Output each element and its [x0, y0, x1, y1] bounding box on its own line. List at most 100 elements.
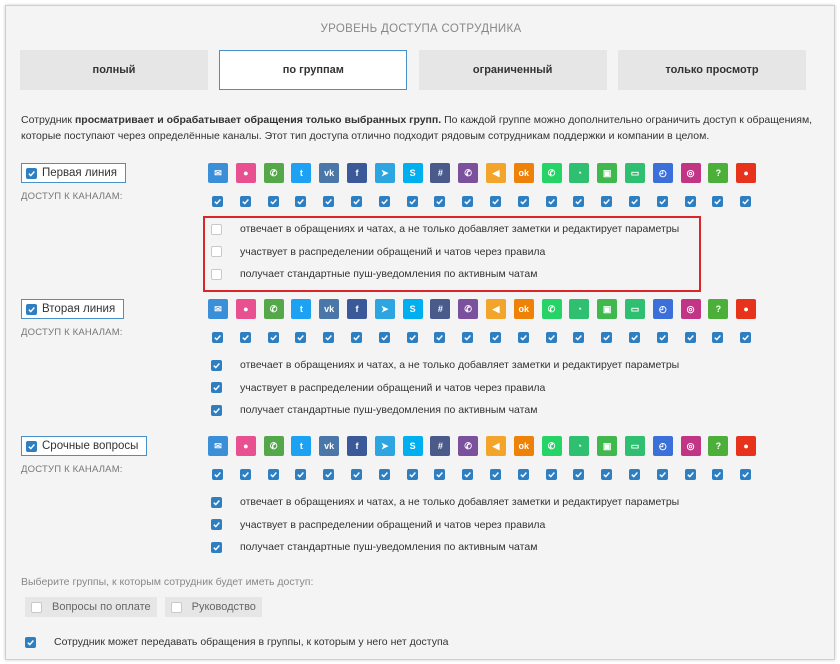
channel-checkbox[interactable]	[323, 469, 335, 480]
channel-checkbox[interactable]	[212, 332, 223, 343]
option-label: участвует в распределении обращений и ча…	[240, 381, 546, 394]
channel-checkbox[interactable]	[434, 332, 446, 343]
channel-checkbox[interactable]	[267, 469, 279, 480]
tab-by-groups[interactable]: по группам	[219, 50, 408, 90]
channel-checkbox[interactable]	[656, 469, 668, 480]
channel-checkbox[interactable]	[517, 469, 529, 480]
channel-checkbox[interactable]	[378, 469, 390, 480]
channel-checkbox[interactable]	[684, 196, 696, 207]
channel-checkbox[interactable]	[212, 196, 223, 207]
option-checkbox[interactable]	[211, 359, 222, 371]
channel-checkbox[interactable]	[656, 196, 668, 207]
channel-checkbox[interactable]	[350, 196, 362, 207]
channel-checkbox[interactable]	[573, 196, 585, 207]
channel-checkbox[interactable]	[489, 332, 501, 343]
group-option[interactable]: участвует в распределении обращений и ча…	[211, 514, 679, 537]
group-name: Срочные вопросы	[42, 440, 139, 452]
channel-checkbox[interactable]	[489, 469, 501, 480]
channel-checkbox[interactable]	[462, 469, 474, 480]
transfer-option[interactable]: Сотрудник может передавать обращения в г…	[25, 636, 449, 648]
channel-checkbox[interactable]	[239, 469, 251, 480]
group-check-box[interactable]	[26, 167, 37, 179]
group-option[interactable]: получает стандартные пуш-уведомления по …	[211, 536, 679, 559]
transfer-checkbox[interactable]	[25, 636, 36, 648]
access-level-tabs: полный по группам ограниченный только пр…	[20, 50, 806, 90]
channel-checkbox[interactable]	[712, 332, 724, 343]
channel-checkbox[interactable]	[406, 332, 418, 343]
channel-checkbox[interactable]	[684, 332, 696, 343]
channel-checkbox[interactable]	[323, 196, 335, 207]
slack-icon: #	[430, 163, 451, 183]
channel-checkbox[interactable]	[295, 332, 307, 343]
channel-checkbox[interactable]	[406, 469, 418, 480]
extra-group-name: Вопросы по оплате	[52, 601, 151, 613]
chat-icon: ●	[235, 163, 256, 183]
group-check-box[interactable]	[26, 303, 37, 315]
channel-checkbox[interactable]	[628, 332, 640, 343]
channel-checkbox[interactable]	[517, 332, 529, 343]
channel-checkbox[interactable]	[378, 332, 390, 343]
channel-checkbox[interactable]	[434, 469, 446, 480]
channel-checkbox[interactable]	[740, 332, 752, 343]
extra-group-checkbox[interactable]	[31, 601, 42, 613]
channel-checkbox[interactable]	[628, 196, 640, 207]
channel-checkbox[interactable]	[212, 469, 223, 480]
channel-checkbox[interactable]	[239, 196, 251, 207]
channel-checkbox[interactable]	[601, 469, 613, 480]
channel-checkbox[interactable]	[628, 469, 640, 480]
channel-checkbox[interactable]	[517, 196, 529, 207]
option-checkbox[interactable]	[211, 541, 222, 553]
channel-checkbox[interactable]	[601, 332, 613, 343]
channel-checkbox[interactable]	[267, 332, 279, 343]
channel-checkbox[interactable]	[712, 196, 724, 207]
option-checkbox[interactable]	[211, 496, 222, 508]
option-checkbox[interactable]	[211, 382, 222, 394]
channel-checkbox[interactable]	[350, 332, 362, 343]
channel-checkbox[interactable]	[489, 196, 501, 207]
group-option[interactable]: получает стандартные пуш-уведомления по …	[211, 399, 679, 422]
channel-checkbox[interactable]	[684, 469, 696, 480]
extra-group-pill[interactable]: Вопросы по оплате	[25, 597, 157, 617]
extra-group-checkbox[interactable]	[170, 601, 182, 613]
group-option[interactable]: отвечает в обращениях и чатах, а не толь…	[211, 491, 679, 514]
description-bold: просматривает и обрабатывает обращения т…	[74, 114, 442, 126]
channel-checkbox[interactable]	[656, 332, 668, 343]
group-checkbox[interactable]: Срочные вопросы	[21, 436, 148, 456]
channel-checkbox[interactable]	[267, 196, 279, 207]
tab-limited[interactable]: ограниченный	[418, 50, 607, 90]
channel-checkbox[interactable]	[434, 196, 446, 207]
email-icon: ✉	[208, 436, 228, 456]
channel-checkbox[interactable]	[573, 332, 585, 343]
dashboard-icon: ◴	[652, 163, 673, 183]
channel-checkbox[interactable]	[350, 469, 362, 480]
extra-group-pill[interactable]: Руководство	[164, 597, 262, 617]
channel-checkbox[interactable]	[462, 196, 474, 207]
channel-checkbox[interactable]	[712, 469, 724, 480]
tab-view-only[interactable]: только просмотр	[617, 50, 806, 90]
channel-checkbox[interactable]	[545, 196, 557, 207]
group-checkbox[interactable]: Первая линия	[21, 163, 126, 183]
channel-checkbox[interactable]	[545, 469, 557, 480]
channel-checkbox[interactable]	[573, 469, 585, 480]
channel-checkbox[interactable]	[406, 196, 418, 207]
channel-checkbox[interactable]	[462, 332, 474, 343]
channel-checkbox[interactable]	[378, 196, 390, 207]
megaphone-icon: ◀	[485, 163, 506, 183]
channel-checkbox[interactable]	[323, 332, 335, 343]
group-check-box[interactable]	[26, 440, 37, 452]
tab-full[interactable]: полный	[20, 50, 208, 90]
channel-checkbox[interactable]	[740, 196, 752, 207]
option-checkbox[interactable]	[211, 519, 222, 531]
group-checkbox[interactable]: Вторая линия	[21, 299, 125, 319]
channel-checkbox[interactable]	[740, 469, 752, 480]
group-option[interactable]: отвечает в обращениях и чатах, а не толь…	[211, 354, 679, 377]
channel-checkbox[interactable]	[601, 196, 613, 207]
access-description: Сотрудник просматривает и обрабатывает о…	[21, 112, 821, 144]
group-option[interactable]: участвует в распределении обращений и ча…	[211, 377, 679, 400]
option-checkbox[interactable]	[211, 404, 222, 416]
channel-checkbox[interactable]	[295, 469, 307, 480]
channel-checkbox[interactable]	[545, 332, 557, 343]
channel-checkbox[interactable]	[239, 332, 251, 343]
slack-icon: #	[430, 436, 451, 456]
channel-checkbox[interactable]	[295, 196, 307, 207]
